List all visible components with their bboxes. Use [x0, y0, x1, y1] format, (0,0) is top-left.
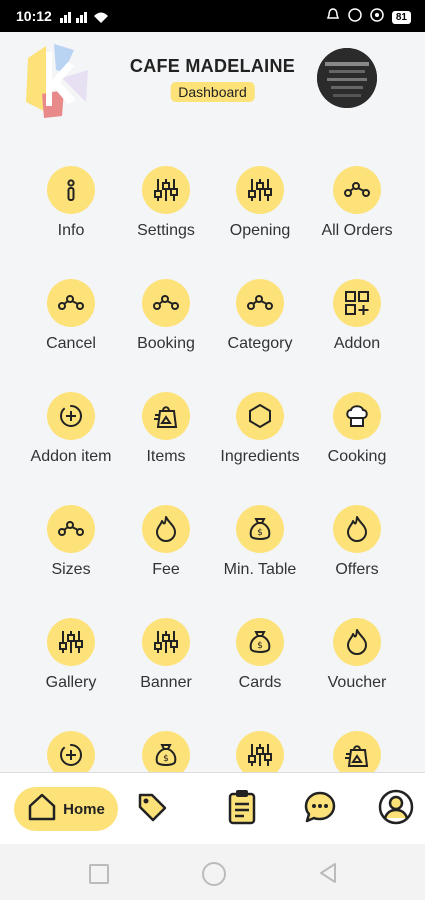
tile-label: Addon: [333, 335, 381, 352]
profile-avatar[interactable]: [317, 48, 377, 108]
svg-text:$: $: [163, 754, 169, 764]
dashboard-tile[interactable]: Category: [205, 263, 315, 373]
recents-button[interactable]: [89, 864, 109, 884]
app-logo: [16, 42, 92, 118]
user-icon: [378, 789, 414, 830]
dashboard-tile[interactable]: Info: [16, 150, 126, 260]
dashboard-tile[interactable]: $ Cards: [205, 602, 315, 712]
bag-icon: [142, 392, 190, 440]
hexagon-icon: [236, 392, 284, 440]
nodes-icon: [142, 279, 190, 327]
sliders-icon: [142, 166, 190, 214]
nodes-icon: [47, 505, 95, 553]
flame-icon: [333, 505, 381, 553]
chef-hat-icon: [333, 392, 381, 440]
status-time: 10:12: [16, 8, 52, 24]
info-icon: [47, 166, 95, 214]
nav-tag-button[interactable]: [134, 791, 170, 827]
nav-home-label: Home: [63, 800, 105, 818]
nodes-icon: [47, 279, 95, 327]
system-home-button[interactable]: [202, 862, 226, 886]
money-bag-icon: $: [236, 618, 284, 666]
dashboard-tile[interactable]: Cooking: [302, 376, 412, 486]
back-button[interactable]: [318, 862, 338, 889]
bottom-navigation: Home: [0, 772, 425, 845]
nav-home-button[interactable]: Home: [14, 787, 118, 831]
nav-chat-button[interactable]: [302, 791, 338, 827]
circle-plus-icon: [47, 392, 95, 440]
status-bar: 10:12 81: [0, 0, 425, 32]
dashboard-tile[interactable]: Gallery: [16, 602, 126, 712]
dashboard-tile[interactable]: Addon: [302, 263, 412, 373]
tile-label: Offers: [335, 561, 379, 578]
money-bag-icon: $: [236, 505, 284, 553]
alarm-icon: [348, 8, 362, 27]
nav-profile-button[interactable]: [378, 789, 414, 830]
dashboard-tile[interactable]: Opening: [205, 150, 315, 260]
clipboard-icon: [226, 789, 258, 830]
dashboard-tile[interactable]: $ Min. Table: [205, 489, 315, 599]
dashboard-tile[interactable]: Cancel: [16, 263, 126, 373]
svg-text:$: $: [257, 641, 263, 651]
flame-icon: [333, 618, 381, 666]
dashboard-tile[interactable]: Sizes: [16, 489, 126, 599]
battery-level: 81: [391, 11, 411, 24]
nodes-icon: [236, 279, 284, 327]
grid-plus-icon: [333, 279, 381, 327]
dashboard-badge: Dashboard: [170, 82, 255, 102]
flame-icon: [142, 505, 190, 553]
dashboard-tile[interactable]: Addon item: [16, 376, 126, 486]
sliders-icon: [47, 618, 95, 666]
svg-text:$: $: [257, 528, 263, 538]
nodes-icon: [333, 166, 381, 214]
home-icon: [27, 793, 57, 825]
signal-icon: [60, 9, 110, 28]
dashboard-tile[interactable]: All Orders: [302, 150, 412, 260]
tile-label: All Orders: [321, 222, 393, 239]
tile-label: Cooking: [327, 448, 387, 465]
app-header: CAFE MADELAINE Dashboard: [0, 32, 425, 142]
tile-label: Voucher: [327, 674, 387, 691]
dashboard-tile[interactable]: Ingredients: [205, 376, 315, 486]
sliders-icon: [142, 618, 190, 666]
dashboard-tile[interactable]: Offers: [302, 489, 412, 599]
location-icon: [370, 8, 384, 27]
mute-icon: [326, 8, 340, 27]
tag-icon: [136, 791, 168, 828]
dashboard-tile[interactable]: Voucher: [302, 602, 412, 712]
chat-icon: [303, 790, 337, 829]
system-navigation-bar: [0, 844, 425, 900]
nav-orders-button[interactable]: [224, 789, 260, 830]
sliders-icon: [236, 166, 284, 214]
